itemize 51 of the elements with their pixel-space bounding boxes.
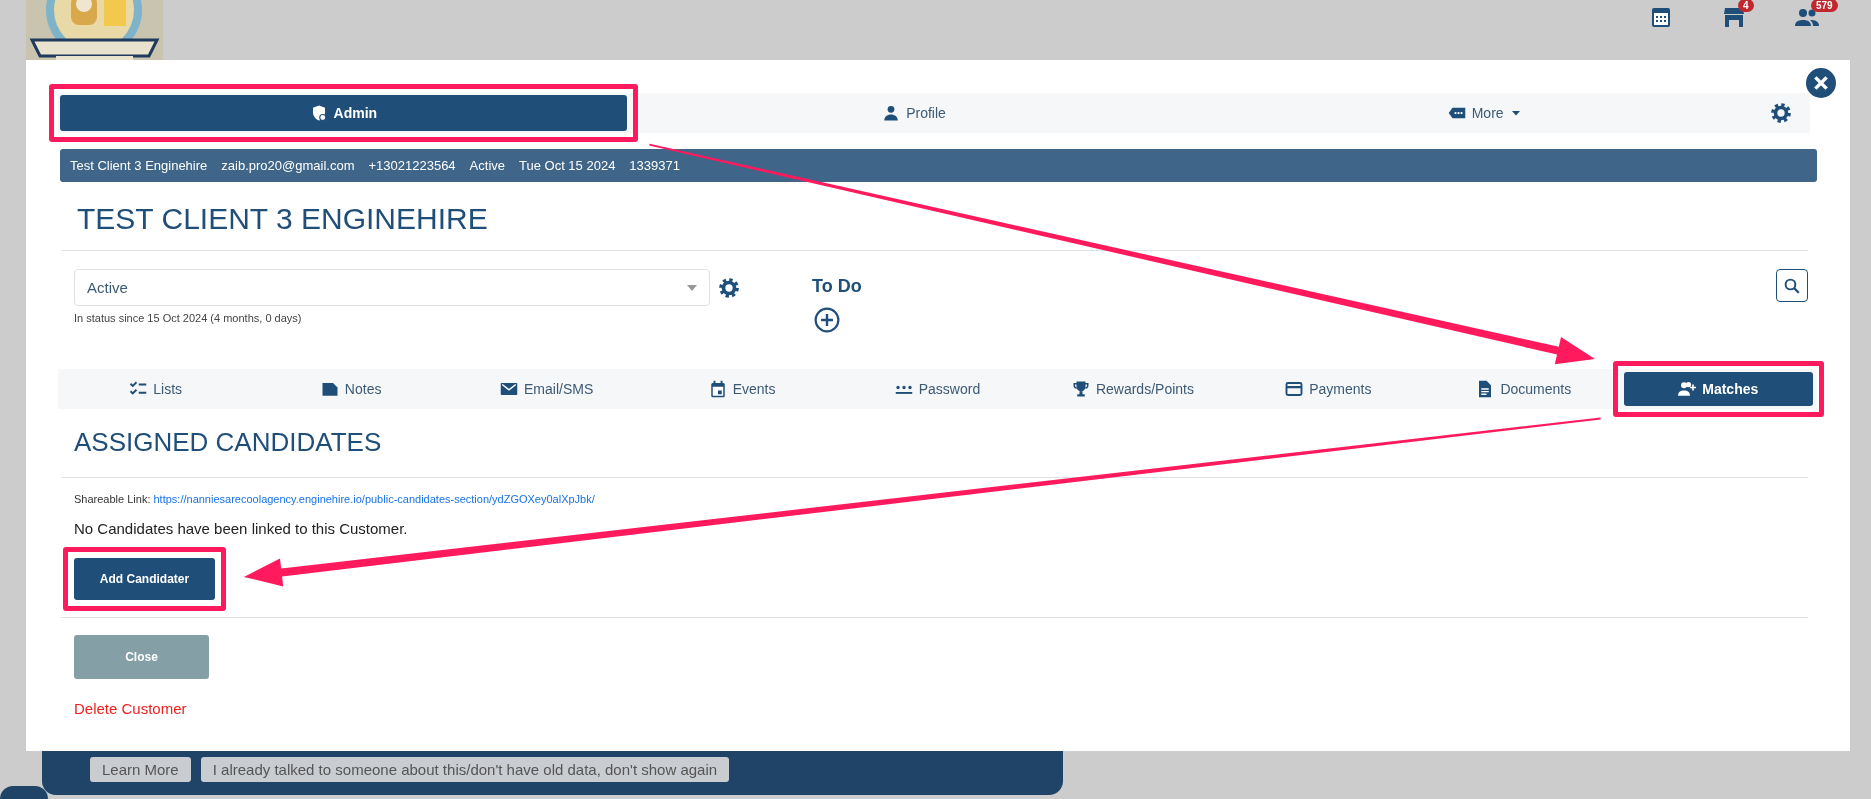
tab[interactable]: Events xyxy=(646,371,838,407)
status-note: In status since 15 Oct 2024 (4 months, 0 days) xyxy=(74,312,303,324)
info-text: Test Client 3 Enginehire xyxy=(70,158,208,173)
envelope-icon xyxy=(500,380,518,398)
add-user-icon xyxy=(1678,380,1697,398)
calendar-icon xyxy=(1649,5,1673,29)
caret-icon xyxy=(687,284,697,291)
tab[interactable]: Payments xyxy=(1232,371,1425,407)
tab[interactable]: More xyxy=(1201,95,1768,131)
count-badge: 4 xyxy=(1738,0,1754,12)
trophy-icon xyxy=(1071,380,1090,398)
gear-icon xyxy=(1770,102,1792,124)
credit-card-icon xyxy=(1285,380,1304,398)
info-text: Active xyxy=(469,158,505,173)
tab[interactable]: Lists xyxy=(60,371,252,407)
search-icon xyxy=(1783,276,1801,295)
delete-link[interactable]: Delete Customer xyxy=(74,700,187,717)
search-button[interactable] xyxy=(1776,269,1808,302)
tab[interactable]: Documents xyxy=(1428,371,1620,407)
gear-icon xyxy=(718,276,740,299)
info-text: 1339371 xyxy=(629,158,680,173)
info-text: +13021223564 xyxy=(368,158,456,173)
checklist-icon xyxy=(129,380,148,398)
add-candidate-button[interactable]: Add Candidater xyxy=(74,558,215,600)
status-dropdown[interactable]: Active xyxy=(74,269,710,306)
tab[interactable]: Profile xyxy=(630,95,1198,131)
close-button[interactable] xyxy=(1806,68,1836,98)
count-badge: 579 xyxy=(1811,0,1838,12)
tab[interactable]: Notes xyxy=(255,371,447,407)
shareable-link-text: Shareable Link: https://nanniesarecoolagency.enginehire.io/public-candidates-section/ydZGOXey0alXpJbk/ xyxy=(74,493,596,505)
banner-button[interactable]: I already talked to someone about this/don't have old data, don't show again xyxy=(200,757,730,782)
tab[interactable]: Password xyxy=(841,371,1034,407)
plus-circle-icon xyxy=(814,307,840,333)
empty-message: No Candidates have been linked to this Customer. xyxy=(74,520,409,537)
tab[interactable]: Email/SMS xyxy=(450,371,643,407)
link[interactable]: https://nanniesarecoolagency.enginehire.io/public-candidates-section/ydZGOXey0alXpJbk/ xyxy=(153,493,595,505)
info-text: Tue Oct 15 2024 xyxy=(519,158,616,173)
note-icon xyxy=(320,380,339,398)
tab[interactable]: Admin xyxy=(60,95,627,131)
calendar-icon xyxy=(708,380,727,398)
settings-button[interactable] xyxy=(718,276,740,299)
settings-button[interactable] xyxy=(1770,102,1792,124)
info-text: zaib.pro20@gmail.com xyxy=(221,158,355,173)
section-heading: To Do xyxy=(812,276,862,297)
add-button[interactable] xyxy=(814,307,840,333)
tab[interactable]: Matches xyxy=(1623,372,1813,406)
round-button[interactable] xyxy=(0,786,48,799)
banner-button[interactable]: Learn More xyxy=(90,757,191,782)
tab[interactable]: Rewards/Points xyxy=(1037,371,1229,407)
toolbar-button[interactable] xyxy=(1649,5,1673,29)
person-icon xyxy=(882,104,901,122)
